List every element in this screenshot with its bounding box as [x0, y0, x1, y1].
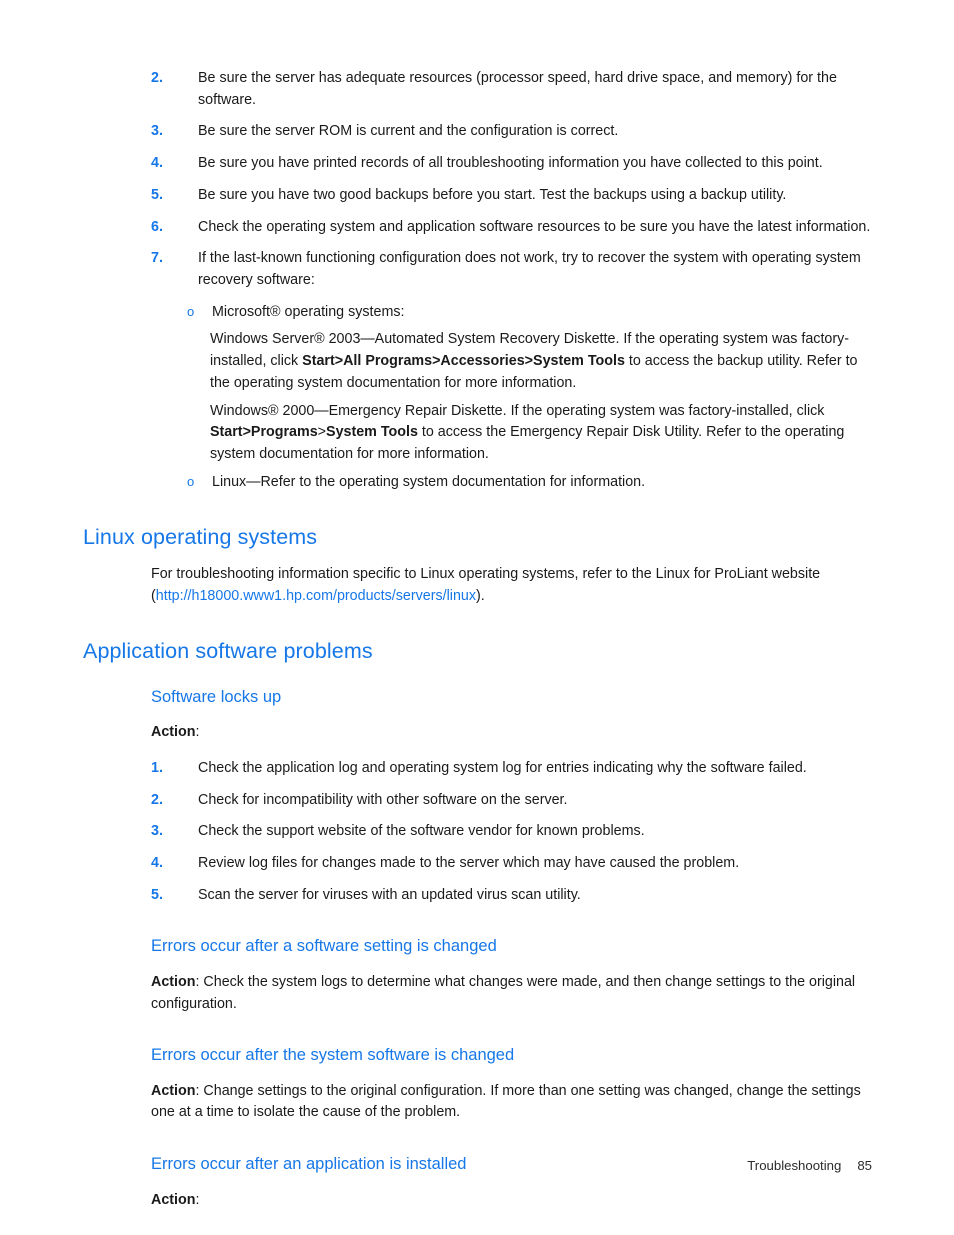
win2000-menu-separator: >: [317, 424, 327, 441]
action-paragraph-system-software: Action: Change settings to the original …: [151, 1081, 872, 1124]
circle-bullet-icon: o: [187, 473, 195, 489]
list-item-text: Check the support website of the softwar…: [198, 823, 645, 840]
list-item-text: Be sure you have two good backups before…: [198, 186, 787, 203]
footer-page-number: 85: [857, 1158, 872, 1173]
subsection-heading-errors-after-software-setting-changed: Errors occur after a software setting is…: [151, 937, 497, 956]
list-marker: 5.: [151, 886, 163, 903]
bullet-item-text: Microsoft® operating systems:: [212, 303, 405, 320]
list-item: 4. Be sure you have printed records of a…: [151, 153, 872, 175]
section-heading-application-software-problems: Application software problems: [83, 638, 373, 663]
action-colon: :: [195, 724, 200, 741]
linux-paragraph-text-end: ).: [476, 588, 485, 605]
list-item-text: Check for incompatibility with other sof…: [198, 791, 568, 808]
section-heading-linux-operating-systems: Linux operating systems: [83, 524, 318, 549]
troubleshooting-steps-list: 2. Be sure the server has adequate resou…: [83, 68, 872, 292]
os-recovery-bullet-list: o Microsoft® operating systems:: [83, 302, 872, 324]
subsection-heading-errors-after-system-software-changed: Errors occur after the system software i…: [151, 1046, 515, 1065]
list-item: 2. Check for incompatibility with other …: [151, 790, 872, 812]
list-marker: 1.: [151, 759, 163, 776]
action-label: Action: [151, 724, 196, 741]
win2000-menu-path-part1: Start>Programs: [210, 424, 318, 441]
list-item-text: Check the application log and operating …: [198, 759, 807, 776]
list-marker: 7.: [151, 250, 163, 267]
windows-2003-paragraph: Windows Server® 2003—Automated System Re…: [210, 329, 872, 394]
list-item: o Linux—Refer to the operating system do…: [187, 472, 872, 494]
action-label: Action: [151, 973, 196, 990]
page-content: 2. Be sure the server has adequate resou…: [83, 68, 872, 1211]
list-item: 3. Check the support website of the soft…: [151, 821, 872, 843]
list-item: 5. Be sure you have two good backups bef…: [151, 185, 872, 207]
action-paragraph-software-setting: Action: Check the system logs to determi…: [151, 972, 872, 1015]
list-item: 5. Scan the server for viruses with an u…: [151, 885, 872, 907]
list-marker: 3.: [151, 123, 163, 140]
list-marker: 2.: [151, 70, 163, 86]
action-text: : Check the system logs to determine wha…: [151, 973, 856, 1012]
action-label: Action: [151, 1082, 196, 1099]
linux-bullet-list: o Linux—Refer to the operating system do…: [83, 472, 872, 494]
list-marker: 2.: [151, 791, 163, 808]
list-marker: 6.: [151, 218, 163, 235]
list-item: 2. Be sure the server has adequate resou…: [151, 68, 872, 111]
list-item-text: Scan the server for viruses with an upda…: [198, 886, 581, 903]
list-item: 6. Check the operating system and applic…: [151, 217, 872, 239]
document-page: 2. Be sure the server has adequate resou…: [0, 0, 954, 1235]
list-item: 1. Check the application log and operati…: [151, 758, 872, 780]
subsection-heading-software-locks-up: Software locks up: [151, 687, 282, 706]
proliant-linux-link[interactable]: http://h18000.www1.hp.com/products/serve…: [156, 588, 476, 604]
action-text: :: [195, 1191, 200, 1208]
footer-chapter-name: Troubleshooting: [747, 1158, 842, 1173]
list-item: o Microsoft® operating systems:: [187, 302, 872, 324]
list-item-text: If the last-known functioning configurat…: [198, 250, 861, 289]
circle-bullet-icon: o: [187, 303, 195, 319]
list-item-text: Be sure the server has adequate resource…: [198, 70, 837, 108]
list-item-text: Check the operating system and applicati…: [198, 218, 871, 235]
action-label: Action: [151, 1191, 196, 1208]
bullet-item-text: Linux—Refer to the operating system docu…: [212, 473, 646, 490]
list-marker: 4.: [151, 155, 163, 172]
list-marker: 5.: [151, 186, 163, 203]
list-marker: 4.: [151, 855, 163, 871]
win2003-menu-path: Start>All Programs>Accessories>System To…: [302, 353, 625, 370]
action-label-line: Action:: [151, 722, 872, 744]
list-marker: 3.: [151, 823, 163, 840]
list-item-text: Review log files for changes made to the…: [198, 855, 740, 871]
action-paragraph-application-installed: Action:: [151, 1190, 872, 1212]
page-footer: Troubleshooting 85: [0, 1158, 954, 1173]
win2000-text-before: Windows® 2000—Emergency Repair Diskette.…: [210, 402, 825, 419]
list-item-text: Be sure the server ROM is current and th…: [198, 123, 619, 140]
software-locks-up-steps-list: 1. Check the application log and operati…: [83, 758, 872, 907]
windows-2000-paragraph: Windows® 2000—Emergency Repair Diskette.…: [210, 401, 872, 466]
linux-section-paragraph: For troubleshooting information specific…: [151, 564, 872, 607]
list-item-text: Be sure you have printed records of all …: [198, 155, 823, 172]
action-text: : Change settings to the original config…: [151, 1082, 861, 1121]
win2000-menu-path-part2: System Tools: [326, 424, 418, 441]
list-item: 7. If the last-known functioning configu…: [151, 248, 872, 291]
list-item: 3. Be sure the server ROM is current and…: [151, 121, 872, 143]
list-item: 4. Review log files for changes made to …: [151, 853, 872, 875]
